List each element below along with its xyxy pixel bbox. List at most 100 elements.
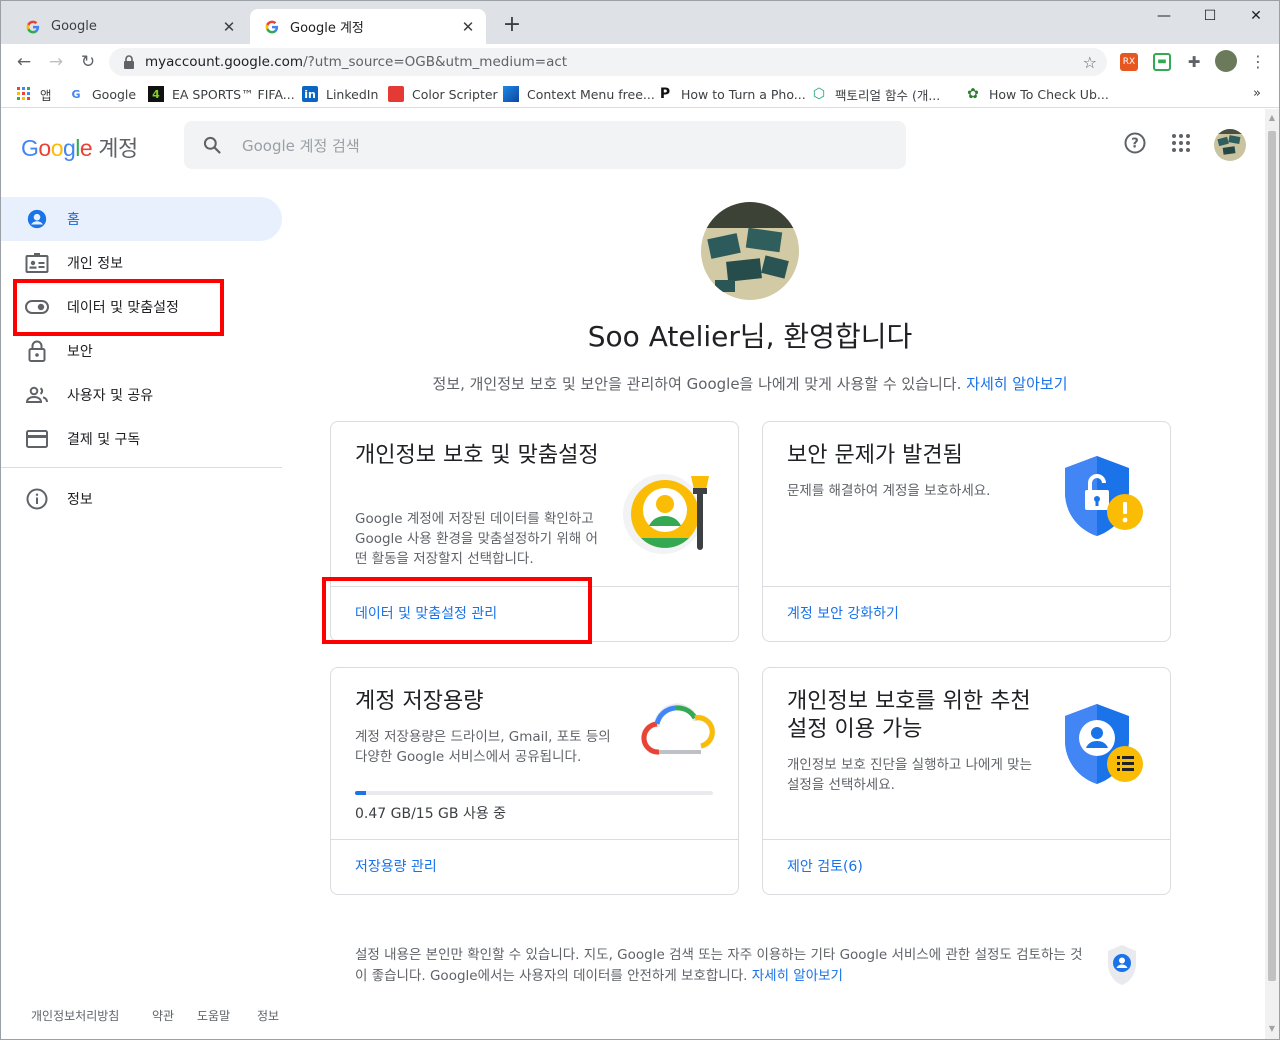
id-card-icon: [25, 251, 49, 275]
bookmark-label: 앱: [40, 87, 52, 103]
sidebar-item-about[interactable]: 정보: [1, 477, 282, 521]
card-description: Google 계정에 저장된 데이터를 확인하고 Google 사용 환경을 맞…: [355, 511, 598, 567]
learn-more-link[interactable]: 자세히 알아보기: [966, 375, 1067, 393]
linkedin-icon: in: [302, 86, 318, 102]
tab-title: Google 계정: [290, 21, 364, 36]
gear-flower-icon: ✿: [967, 86, 979, 102]
bookmark-linkedin[interactable]: in LinkedIn: [302, 85, 378, 103]
google-g-icon: G: [71, 87, 81, 101]
reload-icon[interactable]: ↻: [76, 50, 100, 74]
forward-arrow-icon[interactable]: →: [44, 50, 68, 74]
page-scrollbar[interactable]: ▲ ▼: [1265, 109, 1279, 1039]
more-vert-icon[interactable]: ⋮: [1249, 53, 1267, 71]
extension-screen-icon[interactable]: ▬: [1153, 53, 1171, 71]
footer-terms-link[interactable]: 약관: [152, 1007, 174, 1024]
security-warning-shield-icon: [1065, 456, 1143, 536]
bookmark-star-icon[interactable]: ☆: [1083, 53, 1097, 72]
bookmark-label: EA SPORTS™ FIFA...: [172, 86, 295, 102]
profile-photo[interactable]: [701, 202, 799, 300]
privacy-learn-more-link[interactable]: 자세히 알아보기: [752, 968, 843, 984]
bookmark-factorial[interactable]: ⬡ 팩토리얼 함수 (개...: [811, 85, 940, 103]
sidebar-item-label: 사용자 및 공유: [67, 388, 154, 404]
privacy-note: 설정 내용은 본인만 확인할 수 있습니다. 지도, Google 검색 또는 …: [355, 945, 1087, 987]
annotation-highlight-box: [322, 577, 592, 644]
window-close-icon[interactable]: ✕: [1236, 5, 1276, 27]
google-account-page: Google 계정 Google 계정 검색 ? 홈 개인 정보 데이터 및 맞춤…: [1, 109, 1265, 1039]
tab-google[interactable]: Google ✕: [11, 9, 247, 44]
sidebar-item-label: 개인 정보: [67, 256, 123, 272]
sidebar-divider: [1, 467, 282, 468]
card-description: 개인정보 보호 진단을 실행하고 나에게 맞는 설정을 선택하세요.: [787, 757, 1033, 793]
bookmark-label: 팩토리얼 함수 (개...: [835, 87, 941, 103]
profile-avatar-icon[interactable]: [1215, 50, 1237, 72]
privacy-note-text: 설정 내용은 본인만 확인할 수 있습니다. 지도, Google 검색 또는 …: [355, 947, 1083, 984]
google-g-icon: [25, 19, 41, 35]
manage-storage-link[interactable]: 저장용량 관리: [355, 856, 437, 876]
address-bar[interactable]: myaccount.google.com/?utm_source=OGB&utm…: [109, 48, 1107, 76]
credit-card-icon: [25, 427, 49, 451]
bookmark-color-scripter[interactable]: Color Scripter: [388, 85, 498, 103]
account-search-input[interactable]: Google 계정 검색: [184, 121, 906, 169]
cloud-storage-icon: [641, 703, 716, 756]
minimize-icon[interactable]: —: [1144, 5, 1184, 27]
browser-toolbar: ← → ↻ myaccount.google.com/?utm_source=O…: [1, 44, 1279, 80]
bookmark-how-to-turn[interactable]: P How to Turn a Pho...: [657, 85, 806, 103]
privacy-checkup-shield-icon: [1065, 704, 1143, 784]
storage-usage-text: 0.47 GB/15 GB 사용 중: [355, 806, 507, 822]
bookmark-google[interactable]: G Google: [68, 85, 136, 103]
bookmark-apps[interactable]: 앱: [16, 85, 52, 103]
tab-google-account[interactable]: Google 계정 ✕: [250, 9, 486, 44]
scrollbar-thumb[interactable]: [1268, 131, 1276, 981]
annotation-highlight-box: [13, 279, 224, 336]
sidebar-item-home[interactable]: 홈: [1, 197, 282, 241]
google-apps-icon[interactable]: [1169, 131, 1193, 155]
google-account-logo[interactable]: Google 계정: [21, 131, 138, 163]
info-icon: [25, 487, 49, 511]
sidebar-item-people-sharing[interactable]: 사용자 및 공유: [1, 373, 282, 417]
back-arrow-icon[interactable]: ←: [12, 50, 36, 74]
account-avatar[interactable]: [1214, 129, 1246, 161]
sidebar-item-label: 보안: [67, 344, 93, 360]
card-privacy-recommendations: 개인정보 보호를 위한 추천 설정 이용 가능 개인정보 보호 진단을 실행하고…: [762, 667, 1171, 895]
bookmark-label: Context Menu free...: [527, 86, 655, 102]
subtitle-text: 정보, 개인정보 보호 및 보안을 관리하여 Google을 나에게 맞게 사용…: [432, 375, 962, 393]
review-suggestions-link[interactable]: 제안 검토(6): [787, 856, 863, 876]
footer-about-link[interactable]: 정보: [257, 1007, 279, 1024]
strengthen-security-link[interactable]: 계정 보안 강화하기: [787, 603, 899, 623]
account-circle-icon: [25, 207, 49, 231]
help-icon[interactable]: ?: [1123, 131, 1147, 155]
sidebar-item-label: 홈: [67, 212, 80, 228]
sidebar-item-payments[interactable]: 결제 및 구독: [1, 417, 282, 461]
sidebar-item-label: 정보: [67, 492, 93, 508]
extension-rx-icon[interactable]: RX: [1120, 53, 1138, 71]
card-account-storage: 계정 저장용량 계정 저장용량은 드라이브, Gmail, 포토 등의 다양한 …: [330, 667, 739, 895]
close-tab-icon[interactable]: ✕: [221, 19, 237, 35]
welcome-heading: Soo Atelier님, 환영합니다: [587, 320, 913, 353]
footer-privacy-link[interactable]: 개인정보처리방침: [31, 1007, 119, 1024]
footer-help-link[interactable]: 도움말: [197, 1007, 230, 1024]
close-tab-icon[interactable]: ✕: [460, 19, 476, 35]
scroll-down-icon[interactable]: ▼: [1268, 1024, 1276, 1033]
color-scripter-icon: [388, 86, 404, 102]
scroll-up-icon[interactable]: ▲: [1268, 113, 1276, 122]
google-g-icon: [264, 19, 280, 35]
storage-progress-fill: [355, 791, 367, 795]
extensions-puzzle-icon[interactable]: ✚: [1185, 53, 1203, 71]
bookmarks-bar: 앱 G Google 4 EA SPORTS™ FIFA... in LinkedIn…: [1, 80, 1279, 108]
bookmark-context-menu[interactable]: Context Menu free...: [503, 85, 655, 103]
card-description: 문제를 해결하여 계정을 보호하세요.: [787, 483, 991, 499]
bookmark-check-ubuntu[interactable]: ✿ How To Check Ub...: [965, 85, 1109, 103]
bookmark-label: LinkedIn: [326, 86, 379, 102]
apps-grid-icon: [16, 86, 32, 102]
bookmarks-more-icon[interactable]: »: [1253, 86, 1261, 101]
url-path: /?utm_source=OGB&utm_medium=act: [303, 54, 568, 70]
card-title: 개인정보 보호를 위한 추천 설정 이용 가능: [787, 689, 1031, 742]
welcome-subtitle: 정보, 개인정보 보호 및 보안을 관리하여 Google을 나에게 맞게 사용…: [331, 373, 1169, 394]
context-menu-icon: [503, 86, 519, 102]
bookmark-ea-sports[interactable]: 4 EA SPORTS™ FIFA...: [148, 85, 295, 103]
p-letter-icon: P: [659, 86, 671, 102]
new-tab-button[interactable]: +: [501, 14, 523, 36]
storage-progress-bar: [355, 791, 713, 795]
maximize-icon[interactable]: ☐: [1190, 5, 1230, 27]
sidebar-item-label: 결제 및 구독: [67, 432, 141, 448]
